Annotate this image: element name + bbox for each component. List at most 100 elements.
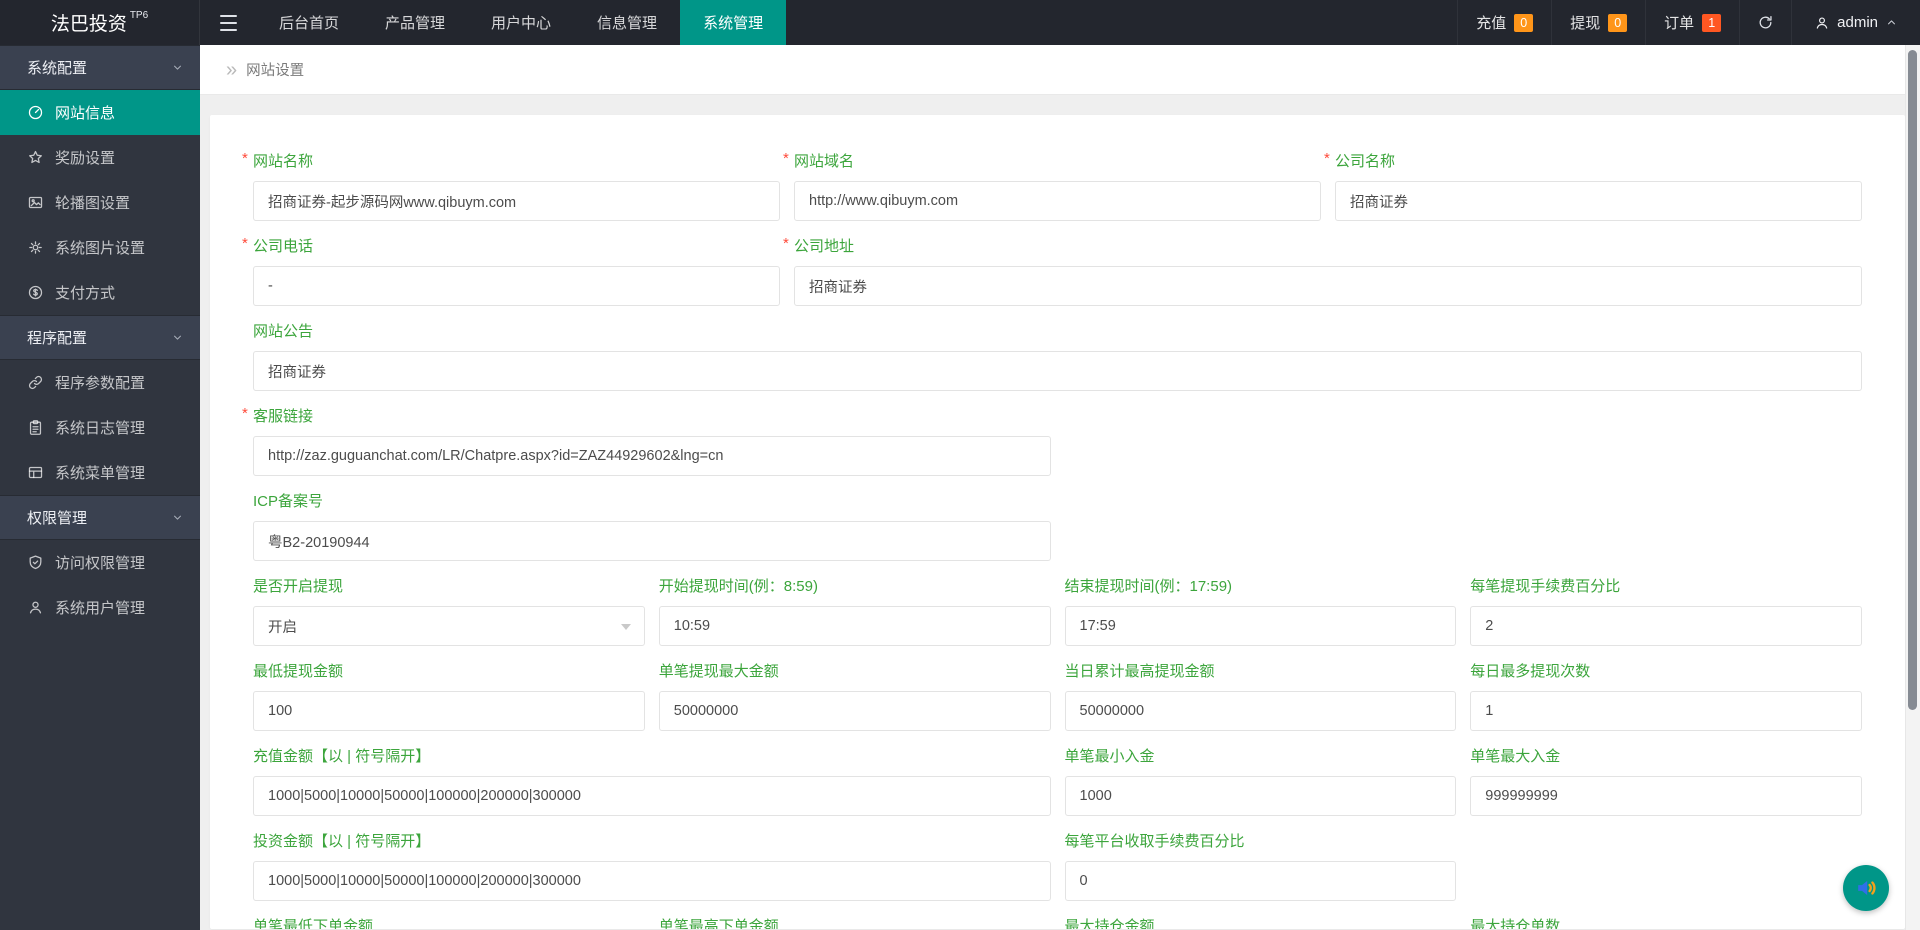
dollar-icon <box>27 284 44 301</box>
sidebar-section-program-config-label: 程序配置 <box>27 327 87 348</box>
sidebar-item-system-users[interactable]: 系统用户管理 <box>0 585 200 630</box>
field-order-max-label: 单笔最高下单金额 <box>659 917 1051 929</box>
field-company-phone: *公司电话 <box>253 237 780 306</box>
sidebar-item-program-params[interactable]: 程序参数配置 <box>0 360 200 405</box>
stat-withdraw[interactable]: 提现0 <box>1551 0 1645 45</box>
star-icon <box>27 149 44 166</box>
sidebar-section-system-config[interactable]: 系统配置 <box>0 45 200 90</box>
window-icon <box>27 464 44 481</box>
sidebar-item-program-params-label: 程序参数配置 <box>55 372 145 393</box>
field-withdraw-max-single-input[interactable] <box>659 691 1051 731</box>
shield-icon <box>27 554 44 571</box>
field-company-address-input[interactable] <box>794 266 1862 306</box>
form-row: 单笔最低下单金额单笔最高下单金额最大持仓金额最大持仓单数 <box>253 917 1862 929</box>
field-withdraw-min: 最低提现金额 <box>253 662 645 731</box>
stat-recharge-label: 充值 <box>1476 12 1506 33</box>
field-platform-fee-percent-input[interactable] <box>1065 861 1457 901</box>
field-deposit-max-input[interactable] <box>1470 776 1862 816</box>
field-order-min-label: 单笔最低下单金额 <box>253 917 645 929</box>
stat-withdraw-badge: 0 <box>1608 14 1627 32</box>
chevron-down-icon <box>171 331 184 344</box>
scrollbar-thumb[interactable] <box>1908 50 1917 710</box>
field-invest-amounts-label: 投资金额【以 | 符号隔开】 <box>253 832 1051 852</box>
sidebar-item-reward-settings[interactable]: 奖励设置 <box>0 135 200 180</box>
form-row: 投资金额【以 | 符号隔开】每笔平台收取手续费百分比 <box>253 832 1862 901</box>
image-icon <box>27 194 44 211</box>
sound-fab-button[interactable] <box>1843 865 1889 911</box>
field-withdraw-max-single: 单笔提现最大金额 <box>659 662 1051 731</box>
field-invest-amounts: 投资金额【以 | 符号隔开】 <box>253 832 1051 901</box>
sidebar-item-system-logs[interactable]: 系统日志管理 <box>0 405 200 450</box>
field-recharge-amounts-input[interactable] <box>253 776 1051 816</box>
sidebar-item-access-permissions[interactable]: 访问权限管理 <box>0 540 200 585</box>
refresh-button[interactable] <box>1739 0 1791 45</box>
field-company-phone-input[interactable] <box>253 266 780 306</box>
field-withdraw-end-time-input[interactable] <box>1065 606 1457 646</box>
breadcrumb-label: 网站设置 <box>246 59 304 80</box>
field-position-max-amount: 最大持仓金额 <box>1065 917 1457 929</box>
field-withdraw-times-daily-label: 每日最多提现次数 <box>1470 662 1862 682</box>
nav-item-information[interactable]: 信息管理 <box>574 0 680 45</box>
sidebar-item-system-images[interactable]: 系统图片设置 <box>0 225 200 270</box>
field-deposit-min: 单笔最小入金 <box>1065 747 1457 816</box>
field-platform-fee-percent: 每笔平台收取手续费百分比 <box>1065 832 1457 901</box>
field-deposit-min-label: 单笔最小入金 <box>1065 747 1457 767</box>
field-platform-fee-percent-label: 每笔平台收取手续费百分比 <box>1065 832 1457 852</box>
field-invest-amounts-input[interactable] <box>253 861 1051 901</box>
stat-orders-label: 订单 <box>1664 12 1694 33</box>
required-asterisk: * <box>242 234 248 254</box>
field-withdraw-enabled-label: 是否开启提现 <box>253 577 645 597</box>
field-withdraw-end-time-label: 结束提现时间(例：17:59) <box>1065 577 1457 597</box>
form-row: 充值金额【以 | 符号隔开】单笔最小入金单笔最大入金 <box>253 747 1862 816</box>
sidebar: 系统配置网站信息奖励设置轮播图设置系统图片设置支付方式程序配置程序参数配置系统日… <box>0 45 200 930</box>
field-withdraw-times-daily-input[interactable] <box>1470 691 1862 731</box>
field-withdraw-min-input[interactable] <box>253 691 645 731</box>
top-right-area: 充值0提现0订单1 admin <box>1457 0 1920 45</box>
sidebar-toggle-button[interactable] <box>200 0 256 45</box>
field-withdraw-start-time-input[interactable] <box>659 606 1051 646</box>
main-nav: 后台首页产品管理用户中心信息管理系统管理 <box>256 0 786 45</box>
user-icon <box>1814 15 1830 31</box>
field-deposit-max-label: 单笔最大入金 <box>1470 747 1862 767</box>
field-site-name: *网站名称 <box>253 152 780 221</box>
field-company-phone-label: *公司电话 <box>253 237 780 257</box>
sidebar-section-program-config[interactable]: 程序配置 <box>0 315 200 360</box>
stat-recharge-badge: 0 <box>1514 14 1533 32</box>
user-icon <box>27 599 44 616</box>
main-area: » 网站设置 *网站名称*网站域名*公司名称*公司电话*公司地址网站公告*客服链… <box>200 0 1920 929</box>
username: admin <box>1837 14 1878 31</box>
stat-orders[interactable]: 订单 1 <box>1645 0 1739 45</box>
field-withdraw-times-daily: 每日最多提现次数 <box>1470 662 1862 731</box>
sidebar-item-system-users-label: 系统用户管理 <box>55 597 145 618</box>
field-order-max: 单笔最高下单金额 <box>659 917 1051 929</box>
form-row: 是否开启提现开启开始提现时间(例：8:59)结束提现时间(例：17:59)每笔提… <box>253 577 1862 646</box>
field-withdraw-max-daily-input[interactable] <box>1065 691 1457 731</box>
sidebar-item-system-menus[interactable]: 系统菜单管理 <box>0 450 200 495</box>
user-menu[interactable]: admin <box>1791 0 1920 45</box>
field-withdraw-start-time: 开始提现时间(例：8:59) <box>659 577 1051 646</box>
sidebar-item-payment-methods[interactable]: 支付方式 <box>0 270 200 315</box>
sidebar-item-site-info[interactable]: 网站信息 <box>0 90 200 135</box>
nav-item-system[interactable]: 系统管理 <box>680 0 786 45</box>
stat-orders-badge: 1 <box>1702 14 1721 32</box>
field-site-domain-input[interactable] <box>794 181 1321 221</box>
field-withdraw-enabled-select[interactable]: 开启 <box>253 606 645 646</box>
form-row: *客服链接 <box>253 407 1862 476</box>
nav-item-dashboard[interactable]: 后台首页 <box>256 0 362 45</box>
sidebar-item-carousel-settings[interactable]: 轮播图设置 <box>0 180 200 225</box>
nav-item-products[interactable]: 产品管理 <box>362 0 468 45</box>
field-site-name-label: *网站名称 <box>253 152 780 172</box>
breadcrumb-arrows-icon: » <box>226 60 237 80</box>
field-site-name-input[interactable] <box>253 181 780 221</box>
nav-item-user-center[interactable]: 用户中心 <box>468 0 574 45</box>
field-withdraw-fee-percent-input[interactable] <box>1470 606 1862 646</box>
field-service-link-input[interactable] <box>253 436 1051 476</box>
field-deposit-min-input[interactable] <box>1065 776 1457 816</box>
field-site-notice-input[interactable] <box>253 351 1862 391</box>
stat-recharge[interactable]: 充值 0 <box>1457 0 1551 45</box>
field-company-name-input[interactable] <box>1335 181 1862 221</box>
sidebar-section-permission-mgmt[interactable]: 权限管理 <box>0 495 200 540</box>
field-service-link: *客服链接 <box>253 407 1051 476</box>
field-icp-number-input[interactable] <box>253 521 1051 561</box>
sidebar-item-system-images-label: 系统图片设置 <box>55 237 145 258</box>
